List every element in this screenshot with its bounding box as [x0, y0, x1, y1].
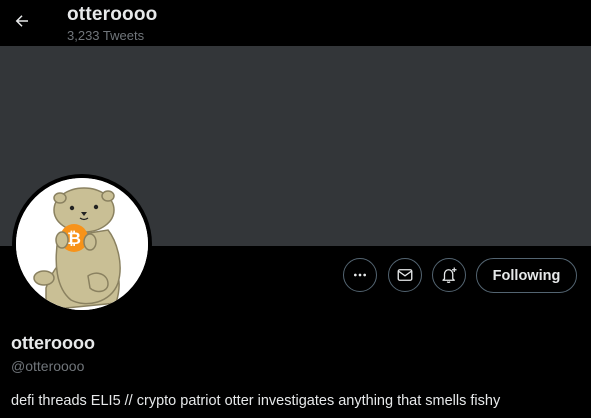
- profile-name: otteroooo: [11, 333, 95, 353]
- otter-avatar-image: ₿: [16, 178, 148, 310]
- arrow-left-icon: [15, 15, 28, 27]
- header-title: otteroooo: [67, 4, 158, 25]
- profile-header: otteroooo 3,233 Tweets: [0, 0, 591, 46]
- avatar[interactable]: ₿: [12, 174, 152, 314]
- more-horizontal-icon: [354, 273, 366, 277]
- following-button[interactable]: Following: [476, 258, 577, 293]
- profile-handle: @otteroooo: [11, 358, 85, 374]
- more-button[interactable]: [343, 258, 377, 292]
- envelope-icon: [397, 269, 413, 281]
- bell-plus-icon: [442, 267, 457, 283]
- profile-bio: defi threads ELI5 // crypto patriot otte…: [11, 393, 501, 409]
- notify-button[interactable]: [432, 258, 466, 292]
- message-button[interactable]: [388, 258, 422, 292]
- tweet-count: 3,233 Tweets: [67, 28, 145, 43]
- svg-text:₿: ₿: [67, 229, 81, 249]
- back-button[interactable]: [7, 6, 37, 36]
